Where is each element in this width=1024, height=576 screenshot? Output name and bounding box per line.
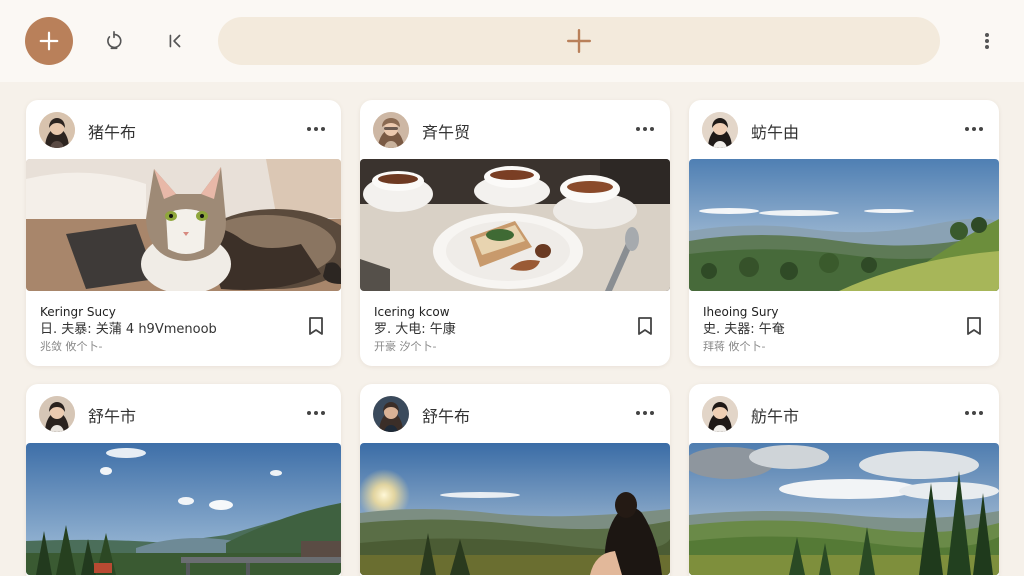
more-options-button[interactable] bbox=[634, 119, 656, 139]
kebab-menu-icon bbox=[985, 33, 989, 49]
caption-meta: 史. 夫器: 午奄 bbox=[703, 322, 785, 337]
more-options-button[interactable] bbox=[963, 403, 985, 423]
refresh-icon bbox=[107, 31, 122, 50]
caption-title: Iheoing Sury bbox=[703, 305, 779, 319]
author-name[interactable]: 斉午贸 bbox=[422, 119, 470, 143]
post-caption: Keringr Sucy 日. 夫暴: 关蒲 4 h9Vmenoob 兆敛 攸个… bbox=[40, 304, 291, 355]
author-name[interactable]: 舒午市 bbox=[88, 403, 136, 427]
skip-back-button[interactable] bbox=[160, 26, 190, 56]
avatar[interactable] bbox=[39, 396, 75, 432]
post-image-mountains[interactable] bbox=[689, 159, 999, 291]
avatar-image bbox=[39, 112, 75, 148]
skip-back-icon bbox=[169, 34, 181, 48]
more-horizontal-icon bbox=[965, 127, 983, 131]
avatar[interactable] bbox=[39, 112, 75, 148]
caption-title: Keringr Sucy bbox=[40, 305, 116, 319]
post-caption: Icering kcow 罗. 大电: 午康 开豪 汐个卜- bbox=[374, 304, 620, 355]
card-header: 猪午布 bbox=[26, 100, 341, 160]
author-name[interactable]: 舫午市 bbox=[751, 403, 799, 427]
post-card[interactable]: 舫午市 bbox=[689, 384, 999, 576]
bookmark-button[interactable] bbox=[305, 314, 327, 338]
card-header: 舒午市 bbox=[26, 384, 341, 444]
more-horizontal-icon bbox=[965, 411, 983, 415]
bookmark-button[interactable] bbox=[634, 314, 656, 338]
more-horizontal-icon bbox=[636, 411, 654, 415]
card-header: 斉午贸 bbox=[360, 100, 670, 160]
author-name[interactable]: 猪午布 bbox=[88, 119, 136, 143]
post-card[interactable]: 猪午布 Keringr Sucy 日. 夫暴: 关蒲 4 h9Vmenoob 兆… bbox=[26, 100, 341, 366]
author-name[interactable]: 蚄午由 bbox=[751, 119, 799, 143]
avatar-image bbox=[373, 396, 409, 432]
bookmark-icon bbox=[967, 317, 981, 335]
post-card[interactable]: 斉午贸 Icering kcow 罗. 大电: 午康 开豪 汐个卜- bbox=[360, 100, 670, 366]
post-image-sunset[interactable] bbox=[360, 443, 670, 575]
caption-meta: 罗. 大电: 午康 bbox=[374, 322, 456, 337]
avatar[interactable] bbox=[373, 112, 409, 148]
more-options-button[interactable] bbox=[963, 119, 985, 139]
more-options-button[interactable] bbox=[305, 403, 327, 423]
post-image-cat[interactable] bbox=[26, 159, 341, 291]
overflow-menu-button[interactable] bbox=[975, 26, 999, 56]
top-bar bbox=[0, 0, 1024, 82]
avatar[interactable] bbox=[373, 396, 409, 432]
card-header: 舫午市 bbox=[689, 384, 999, 444]
refresh-button[interactable] bbox=[99, 26, 129, 56]
post-card[interactable]: 蚄午由 Iheoing Sury 史. 夫器: 午奄 拜蒋 攸个卜- bbox=[689, 100, 999, 366]
bookmark-icon bbox=[309, 317, 323, 335]
avatar-image bbox=[702, 112, 738, 148]
bookmark-icon bbox=[638, 317, 652, 335]
more-horizontal-icon bbox=[636, 127, 654, 131]
post-caption: Iheoing Sury 史. 夫器: 午奄 拜蒋 攸个卜- bbox=[703, 304, 949, 355]
post-card[interactable]: 舒午布 bbox=[360, 384, 670, 576]
more-options-button[interactable] bbox=[305, 119, 327, 139]
post-image-sky[interactable] bbox=[26, 443, 341, 575]
caption-sub: 开豪 汐个卜- bbox=[374, 340, 437, 353]
more-horizontal-icon bbox=[307, 127, 325, 131]
plus-icon bbox=[566, 28, 592, 54]
card-header: 蚄午由 bbox=[689, 100, 999, 160]
avatar-image bbox=[702, 396, 738, 432]
more-options-button[interactable] bbox=[634, 403, 656, 423]
bookmark-button[interactable] bbox=[963, 314, 985, 338]
avatar-image bbox=[39, 396, 75, 432]
author-name[interactable]: 舒午布 bbox=[422, 403, 470, 427]
caption-sub: 拜蒋 攸个卜- bbox=[703, 340, 766, 353]
avatar[interactable] bbox=[702, 112, 738, 148]
more-horizontal-icon bbox=[307, 411, 325, 415]
caption-sub: 兆敛 攸个卜- bbox=[40, 340, 103, 353]
avatar-image bbox=[373, 112, 409, 148]
post-card[interactable]: 舒午市 bbox=[26, 384, 341, 576]
plus-icon bbox=[39, 31, 59, 51]
caption-title: Icering kcow bbox=[374, 305, 450, 319]
avatar[interactable] bbox=[702, 396, 738, 432]
add-post-button[interactable] bbox=[25, 17, 73, 65]
caption-meta: 日. 夫暴: 关蒲 4 h9Vmenoob bbox=[40, 322, 217, 337]
card-header: 舒午布 bbox=[360, 384, 670, 444]
post-image-valley[interactable] bbox=[689, 443, 999, 575]
search-bar[interactable] bbox=[218, 17, 940, 65]
post-image-tea[interactable] bbox=[360, 159, 670, 291]
